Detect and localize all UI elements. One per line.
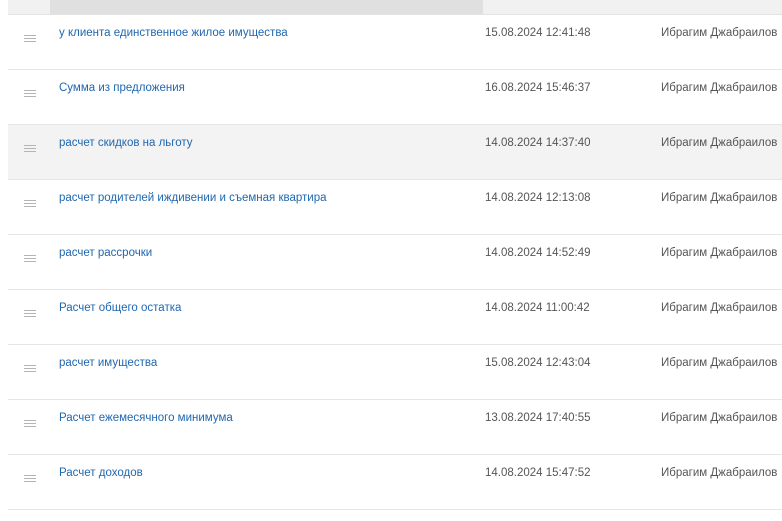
table-row[interactable]: Расчет общего остатка 14.08.2024 11:00:4…	[8, 290, 782, 345]
row-author: Ибрагим Джабраилов	[661, 137, 778, 149]
row-name-link[interactable]: расчет скидков на льготу	[59, 137, 193, 149]
row-name-link[interactable]: расчет родителей иждивении и съемная ква…	[59, 192, 327, 204]
row-date: 14.08.2024 14:37:40	[485, 137, 591, 149]
drag-handle-icon[interactable]	[24, 255, 36, 265]
row-name-link[interactable]: расчет имущества	[59, 357, 157, 369]
drag-handle-icon[interactable]	[24, 200, 36, 210]
drag-handle-icon[interactable]	[24, 90, 36, 100]
row-author: Ибрагим Джабраилов	[661, 357, 778, 369]
row-date: 14.08.2024 15:47:52	[485, 467, 591, 479]
row-author: Ибрагим Джабраилов	[661, 27, 778, 39]
row-name-link[interactable]: расчет рассрочки	[59, 247, 152, 259]
table-row[interactable]: Расчет ежемесячного минимума 13.08.2024 …	[8, 400, 782, 455]
drag-handle-icon[interactable]	[24, 420, 36, 430]
row-name-link[interactable]: Расчет общего остатка	[59, 302, 181, 314]
drag-handle-icon[interactable]	[24, 35, 36, 45]
table-row[interactable]: расчет рассрочки 14.08.2024 14:52:49 Ибр…	[8, 235, 782, 290]
table-row[interactable]: Расчет доходов 14.08.2024 15:47:52 Ибраг…	[8, 455, 782, 510]
row-date: 14.08.2024 12:13:08	[485, 192, 591, 204]
row-author: Ибрагим Джабраилов	[661, 247, 778, 259]
drag-handle-icon[interactable]	[24, 475, 36, 485]
table-row[interactable]: расчет имущества 15.08.2024 12:43:04 Ибр…	[8, 345, 782, 400]
row-name-link[interactable]: Сумма из предложения	[59, 82, 185, 94]
row-date: 15.08.2024 12:43:04	[485, 357, 591, 369]
table-row[interactable]: у клиента единственное жилое имущества 1…	[8, 15, 782, 70]
table-row[interactable]: расчет родителей иждивении и съемная ква…	[8, 180, 782, 235]
header-name-column[interactable]	[50, 0, 483, 14]
row-author: Ибрагим Джабраилов	[661, 192, 778, 204]
row-author: Ибрагим Джабраилов	[661, 82, 778, 94]
row-author: Ибрагим Джабраилов	[661, 412, 778, 424]
row-name-link[interactable]: Расчет ежемесячного минимума	[59, 412, 233, 424]
row-date: 14.08.2024 14:52:49	[485, 247, 591, 259]
table-body: у клиента единственное жилое имущества 1…	[8, 15, 782, 510]
drag-handle-icon[interactable]	[24, 310, 36, 320]
row-date: 14.08.2024 11:00:42	[485, 302, 590, 314]
row-author: Ибрагим Джабраилов	[661, 302, 778, 314]
row-name-link[interactable]: Расчет доходов	[59, 467, 143, 479]
row-date: 13.08.2024 17:40:55	[485, 412, 591, 424]
drag-handle-icon[interactable]	[24, 145, 36, 155]
row-author: Ибрагим Джабраилов	[661, 467, 778, 479]
table-row[interactable]: Сумма из предложения 16.08.2024 15:46:37…	[8, 70, 782, 125]
drag-handle-icon[interactable]	[24, 365, 36, 375]
table-row[interactable]: расчет скидков на льготу 14.08.2024 14:3…	[8, 125, 782, 180]
row-date: 15.08.2024 12:41:48	[485, 27, 591, 39]
table-header	[8, 0, 782, 15]
document-list-table: у клиента единственное жилое имущества 1…	[0, 0, 782, 521]
row-date: 16.08.2024 15:46:37	[485, 82, 591, 94]
row-name-link[interactable]: у клиента единственное жилое имущества	[59, 27, 288, 39]
